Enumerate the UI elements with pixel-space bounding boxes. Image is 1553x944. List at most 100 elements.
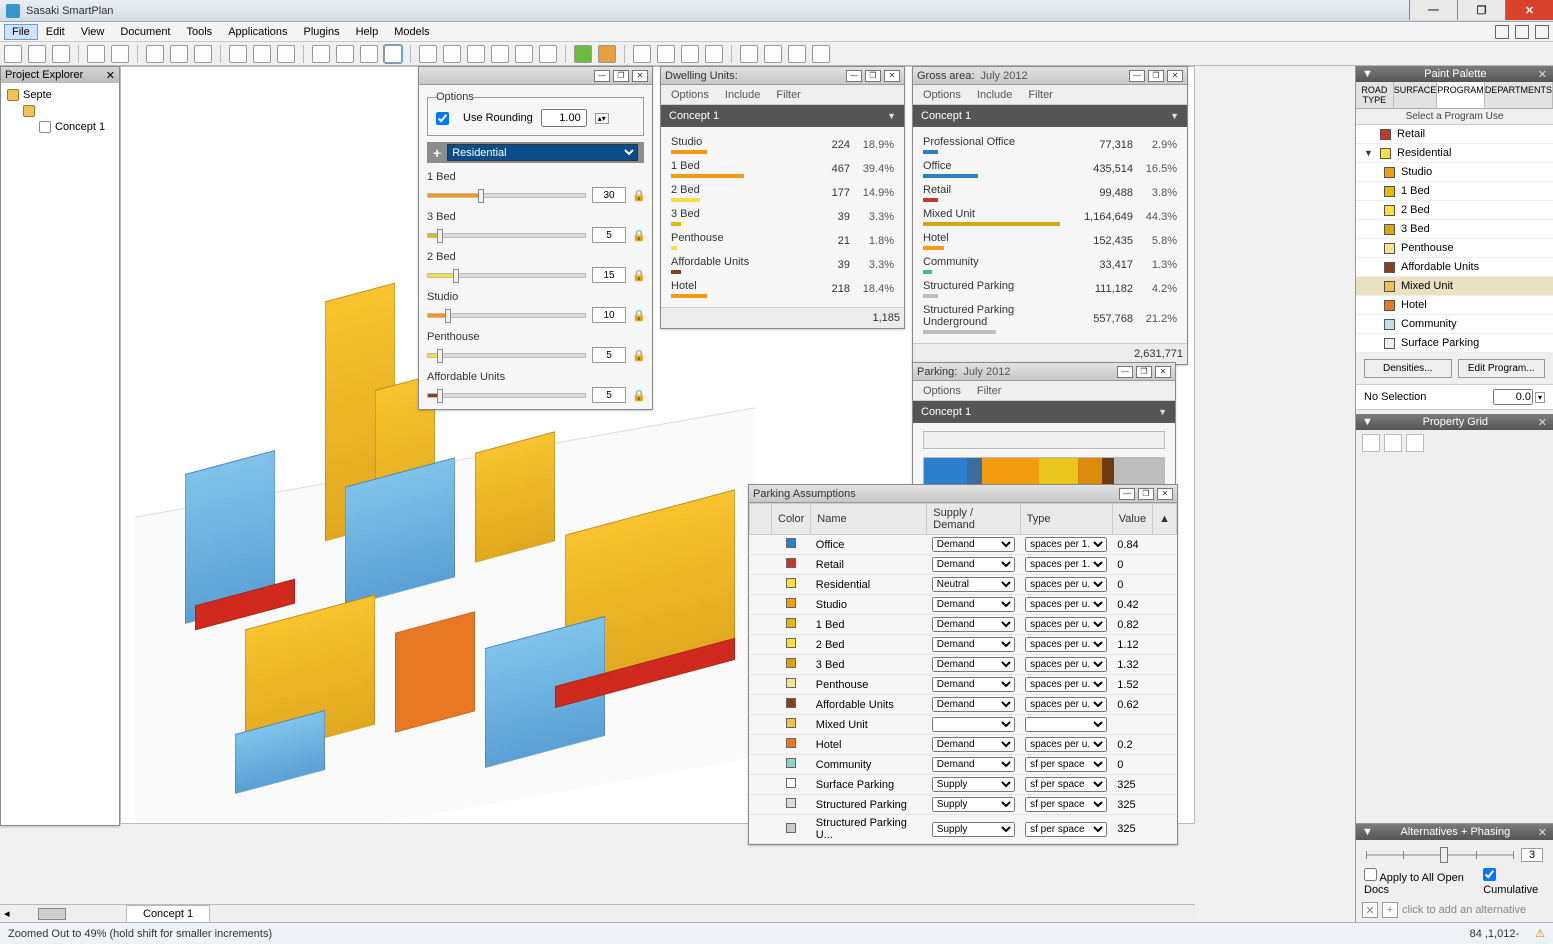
table-row[interactable]: CommunityDemandsf per space0 xyxy=(750,755,1177,775)
col-type[interactable]: Type xyxy=(1020,504,1112,535)
panel-min-icon[interactable]: — xyxy=(1117,366,1133,378)
panel-min-icon[interactable]: — xyxy=(846,70,862,82)
sd-select[interactable]: Demand xyxy=(932,557,1015,572)
window-close[interactable]: ✕ xyxy=(1505,0,1553,20)
tool-tree-icon[interactable] xyxy=(574,45,592,63)
apply-all-checkbox[interactable]: Apply to All Open Docs xyxy=(1364,868,1475,896)
palette-item[interactable]: Affordable Units xyxy=(1356,258,1553,277)
panel-close-icon[interactable]: ✕ xyxy=(884,70,900,82)
sd-select[interactable] xyxy=(932,717,1015,732)
cell-value[interactable]: 0.42 xyxy=(1112,595,1152,615)
table-row[interactable]: 1 BedDemandspaces per u...0.82 xyxy=(750,615,1177,635)
caret-down-icon[interactable]: ▼ xyxy=(1364,148,1374,158)
slider-track[interactable] xyxy=(427,353,586,358)
collapse-icon[interactable]: ▼ xyxy=(1158,407,1167,417)
panel-close-icon[interactable]: ✕ xyxy=(106,69,115,82)
tree-root[interactable]: Septe xyxy=(23,89,52,101)
table-row[interactable]: 3 BedDemandspaces per u...1.32 xyxy=(750,655,1177,675)
status-warning-icon[interactable]: ⚠ xyxy=(1535,927,1545,940)
type-select[interactable]: spaces per 1... xyxy=(1025,557,1107,572)
table-row[interactable]: RetailDemandspaces per 1...0 xyxy=(750,555,1177,575)
lock-icon[interactable]: 🔒 xyxy=(632,189,644,202)
tab-filter[interactable]: Filter xyxy=(776,89,800,101)
doc-tab[interactable]: Concept 1 xyxy=(126,905,210,922)
cell-value[interactable]: 325 xyxy=(1112,815,1152,844)
tool-annotate-icon[interactable] xyxy=(764,45,782,63)
tab-options[interactable]: Options xyxy=(923,385,961,397)
tab-options[interactable]: Options xyxy=(923,89,961,101)
tab-filter[interactable]: Filter xyxy=(1028,89,1052,101)
tab-include[interactable]: Include xyxy=(725,89,760,101)
cell-value[interactable]: 1.52 xyxy=(1112,675,1152,695)
cell-value[interactable]: 1.12 xyxy=(1112,635,1152,655)
type-select[interactable]: spaces per u... xyxy=(1025,637,1107,652)
categorize-icon[interactable] xyxy=(1362,434,1380,452)
sd-select[interactable]: Supply xyxy=(932,822,1015,837)
tab-include[interactable]: Include xyxy=(977,89,1012,101)
menu-applications[interactable]: Applications xyxy=(220,24,295,40)
tool-gear-icon[interactable] xyxy=(812,45,830,63)
cell-value[interactable]: 0 xyxy=(1112,755,1152,775)
type-select[interactable]: spaces per u... xyxy=(1025,677,1107,692)
panel-min-icon[interactable]: — xyxy=(1119,488,1135,500)
menu-models[interactable]: Models xyxy=(386,24,437,40)
panel-max-icon[interactable]: ❐ xyxy=(1148,70,1164,82)
collapse-icon[interactable]: ▼ xyxy=(887,111,896,121)
tool-3d-icon[interactable] xyxy=(360,45,378,63)
tool-paste-icon[interactable] xyxy=(194,45,212,63)
col-value[interactable]: Value xyxy=(1112,504,1152,535)
tool-cut-icon[interactable] xyxy=(146,45,164,63)
remove-alt-icon[interactable]: ✕ xyxy=(1362,902,1378,918)
table-row[interactable]: PenthouseDemandspaces per u...1.52 xyxy=(750,675,1177,695)
panel-close-icon[interactable]: ✕ xyxy=(1155,366,1171,378)
type-select[interactable]: spaces per 1... xyxy=(1025,537,1107,552)
slider-track[interactable] xyxy=(427,393,586,398)
tool-poly-icon[interactable] xyxy=(681,45,699,63)
tab-filter[interactable]: Filter xyxy=(977,385,1001,397)
sd-select[interactable]: Demand xyxy=(932,657,1015,672)
mdi-close-icon[interactable] xyxy=(1535,25,1549,39)
lock-icon[interactable]: 🔒 xyxy=(632,309,644,322)
menu-plugins[interactable]: Plugins xyxy=(296,24,348,40)
palette-item[interactable]: Surface Parking xyxy=(1356,334,1553,353)
palette-item[interactable]: Retail xyxy=(1356,125,1553,144)
slider-value-input[interactable] xyxy=(592,307,626,323)
cell-value[interactable]: 0.2 xyxy=(1112,735,1152,755)
type-select[interactable]: spaces per u... xyxy=(1025,577,1107,592)
sd-select[interactable]: Demand xyxy=(932,637,1015,652)
cell-value[interactable]: 325 xyxy=(1112,775,1152,795)
window-minimize[interactable]: — xyxy=(1409,0,1457,20)
slider-track[interactable] xyxy=(427,273,586,278)
tree-item[interactable]: Concept 1 xyxy=(55,121,105,133)
tool-line-icon[interactable] xyxy=(657,45,675,63)
lock-icon[interactable]: 🔒 xyxy=(632,349,644,362)
phase-input[interactable] xyxy=(1521,848,1543,862)
palette-item[interactable]: ▼Residential xyxy=(1356,144,1553,163)
slider-track[interactable] xyxy=(427,313,586,318)
tool-redo-icon[interactable] xyxy=(111,45,129,63)
type-select[interactable] xyxy=(1025,717,1107,732)
panel-max-icon[interactable]: ❐ xyxy=(1138,488,1154,500)
table-row[interactable]: OfficeDemandspaces per 1...0.84 xyxy=(750,535,1177,555)
type-select[interactable]: spaces per u... xyxy=(1025,657,1107,672)
tool-pointer-icon[interactable] xyxy=(384,45,402,63)
tab-surface[interactable]: SURFACE xyxy=(1394,82,1438,108)
cell-value[interactable]: 0 xyxy=(1112,575,1152,595)
tool-open-icon[interactable] xyxy=(28,45,46,63)
menu-edit[interactable]: Edit xyxy=(38,24,73,40)
sd-select[interactable]: Neutral xyxy=(932,577,1015,592)
table-row[interactable]: Structured Parking U...Supplysf per spac… xyxy=(750,815,1177,844)
slider-value-input[interactable] xyxy=(592,187,626,203)
table-row[interactable]: HotelDemandspaces per u...0.2 xyxy=(750,735,1177,755)
panel-min-icon[interactable]: — xyxy=(1129,70,1145,82)
explorer-hscroll[interactable]: ◂ xyxy=(0,904,120,922)
cell-value[interactable]: 0.82 xyxy=(1112,615,1152,635)
cell-value[interactable]: 325 xyxy=(1112,795,1152,815)
tool-undo-icon[interactable] xyxy=(87,45,105,63)
table-row[interactable]: ResidentialNeutralspaces per u...0 xyxy=(750,575,1177,595)
palette-item[interactable]: 1 Bed xyxy=(1356,182,1553,201)
type-select[interactable]: sf per space xyxy=(1025,797,1107,812)
col-color[interactable]: Color xyxy=(772,504,811,535)
cell-value[interactable]: 0 xyxy=(1112,555,1152,575)
type-select[interactable]: spaces per u... xyxy=(1025,597,1107,612)
